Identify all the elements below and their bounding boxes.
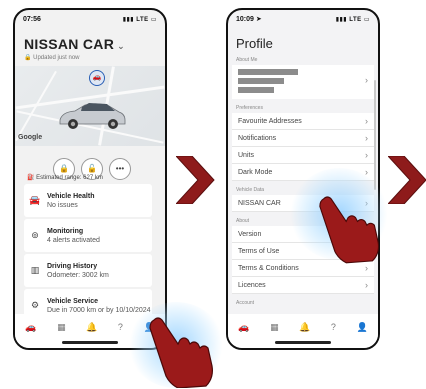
status-time: 07:56 [23,15,41,23]
status-bar: 07:56 ▮▮▮ LTE ▭ [15,10,165,28]
car-tab-icon[interactable]: 🚗 [25,322,36,333]
row-licences[interactable]: Licences › [232,277,374,294]
row-favourite-addresses[interactable]: Favourite Addresses › [232,113,374,130]
card-vehicle-health[interactable]: 🚘 Vehicle Health No issues [24,184,152,217]
status-signal: ▮▮▮ LTE ▭ [335,16,370,23]
more-button[interactable]: ••• [109,158,131,180]
row-notifications[interactable]: Notifications › [232,130,374,147]
building-tab-icon[interactable]: ▦ [57,322,66,333]
tap-hand-icon [319,196,380,264]
next-step-arrow-icon [176,156,215,204]
history-chart-icon: ▥ [30,265,40,275]
car-image [59,103,126,129]
home-indicator [62,341,118,344]
scrollbar[interactable] [374,80,376,190]
card-title: Vehicle Service [47,297,98,305]
section-account: Account [236,300,255,306]
range-label: ⛽ Estimated range: 627 km [27,175,103,181]
bell-tab-icon[interactable]: 🔔 [299,322,310,333]
update-status: 🔒 Updated just now [24,55,80,61]
tap-hand-icon [149,317,213,388]
chevron-right-icon: › [365,133,368,143]
chevron-right-icon: › [365,150,368,160]
monitoring-icon: ⊚ [31,230,39,240]
help-tab-icon[interactable]: ? [331,322,336,332]
car-health-icon: 🚘 [29,195,41,205]
status-bar: 10:09 ➤ ▮▮▮ LTE ▭ [228,10,378,28]
chevron-down-icon: ⌄ [117,41,125,51]
service-icon: ⚙ [30,300,40,310]
redacted-email [238,78,284,84]
bell-tab-icon[interactable]: 🔔 [86,322,97,333]
redacted-phone [238,87,274,93]
chevron-right-icon: › [365,75,368,85]
page-title: Profile [236,36,273,51]
chevron-right-icon: › [365,280,368,290]
section-preferences: Preferences [236,105,263,111]
status-signal: ▮▮▮ LTE ▭ [122,16,157,23]
chevron-right-icon: › [365,263,368,273]
card-subtitle: Odometer: 3002 km [47,271,109,279]
next-step-arrow-icon [388,156,426,204]
row-units[interactable]: Units › [232,147,374,164]
section-about-me: About Me [236,57,258,63]
map-attribution: Google [18,134,43,141]
car-name: NISSAN CAR [24,36,115,52]
card-title: Monitoring [47,227,84,235]
car-tab-icon[interactable]: 🚗 [238,322,249,333]
card-subtitle: Due in 7000 km or by 10/10/2024 [47,306,151,314]
vehicle-location-pin[interactable]: 🚗 [89,70,105,86]
card-subtitle: 4 alerts activated [47,236,100,244]
card-title: Vehicle Health [47,192,95,200]
chevron-right-icon: › [365,116,368,126]
home-indicator [275,341,331,344]
car-name-selector[interactable]: NISSAN CAR ⌄ [24,36,165,52]
about-me-row[interactable]: › [232,65,374,99]
card-driving-history[interactable]: ▥ Driving History Odometer: 3002 km [24,254,152,287]
card-title: Driving History [47,262,98,270]
card-subtitle: No issues [47,201,78,209]
phone-screen-home: 07:56 ▮▮▮ LTE ▭ NISSAN CAR ⌄ 🔒 Updated ju… [13,8,167,350]
building-tab-icon[interactable]: ▦ [270,322,279,333]
profile-tab-icon[interactable]: 👤 [357,322,368,333]
card-monitoring[interactable]: ⊚ Monitoring 4 alerts activated [24,219,152,252]
help-tab-icon[interactable]: ? [118,322,123,332]
redacted-name [238,69,298,75]
status-time: 10:09 ➤ [236,16,262,23]
